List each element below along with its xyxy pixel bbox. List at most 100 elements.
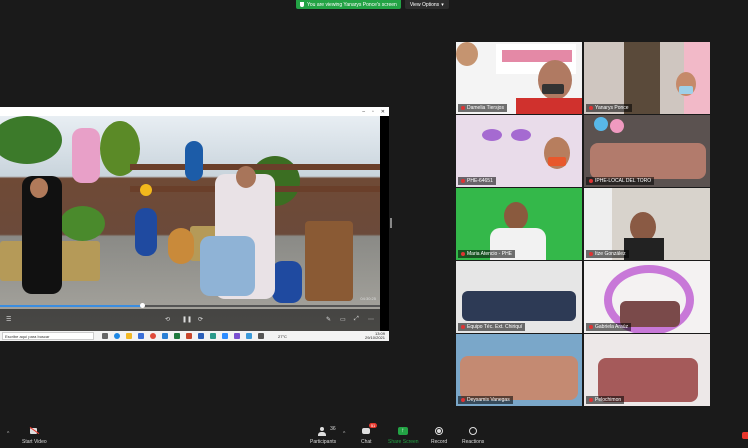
participant-tile[interactable]: Yanarys Ponce	[584, 42, 710, 114]
fullscreen-icon[interactable]: ⤢	[354, 316, 359, 323]
audience-group	[590, 143, 706, 179]
participants-button[interactable]: 36 Participants	[310, 426, 336, 445]
loop-icon[interactable]: ⟲	[165, 316, 170, 323]
mic-muted-icon	[589, 252, 593, 256]
chair	[305, 221, 353, 301]
word-icon[interactable]	[198, 333, 204, 339]
participant-face	[456, 42, 478, 66]
participant-tile[interactable]: Damelia Tiersjos	[456, 42, 582, 114]
tray-date: 29/10/2021	[364, 335, 385, 340]
view-options-button[interactable]: View Options ▾	[404, 0, 449, 9]
window-controls: – ▫ ✕	[362, 109, 385, 115]
mic-muted-icon	[589, 179, 593, 183]
weather-temp: 27°C	[278, 334, 287, 339]
task-view-icon[interactable]	[102, 333, 108, 339]
participants-icon: 36	[318, 426, 336, 436]
more-icon[interactable]: ⋯	[368, 316, 374, 323]
mic-muted-icon	[589, 398, 593, 402]
participant-tile[interactable]: Deysamis Vanegas	[456, 334, 582, 406]
chat-unread-badge: 51	[368, 423, 378, 428]
edge-icon[interactable]	[114, 333, 120, 339]
participant-name-tag: Yanarys Ponce	[586, 104, 632, 112]
participant-tile[interactable]: IPHE-LOCAL DEL TORO	[584, 115, 710, 187]
edit-icon[interactable]: ✎	[326, 316, 331, 323]
meeting-toolbar: ^ Start Video 36 Participants ^ 51 Chat …	[0, 423, 748, 448]
scarecrow-decoration	[72, 128, 100, 183]
participant-name-tag: IPHE-LOCAL DEL TORO	[586, 177, 655, 185]
playlist-icon[interactable]: ☰	[6, 316, 11, 323]
painted-eye	[482, 129, 502, 141]
file-explorer-icon[interactable]	[126, 333, 132, 339]
balloon-decoration	[594, 117, 608, 131]
participant-face	[504, 202, 528, 230]
excel-icon[interactable]	[174, 333, 180, 339]
mic-muted-icon	[589, 106, 593, 110]
participant-name-tag: Deysamis Vanegas	[458, 396, 513, 404]
taskbar-search-input[interactable]: Escribe aquí para buscar	[2, 332, 94, 340]
audience-group	[460, 356, 578, 400]
share-screen-button[interactable]: ↑ Share Screen	[388, 426, 419, 445]
app-icon[interactable]	[210, 333, 216, 339]
participant-tile[interactable]: Itze González	[584, 188, 710, 260]
participant-name-tag: Damelia Tiersjos	[458, 104, 507, 112]
balloon-decoration	[610, 119, 624, 133]
participant-tile[interactable]: PHE-64651	[456, 115, 582, 187]
logo-text-bar	[502, 50, 572, 62]
video-off-icon	[29, 426, 40, 436]
powerpoint-icon[interactable]	[186, 333, 192, 339]
app-icon[interactable]	[258, 333, 264, 339]
fence-rail	[130, 164, 380, 170]
participant-tile[interactable]: Equipo Téc. Ext. Chiriquí	[456, 261, 582, 333]
scarecrow-decoration	[185, 141, 203, 181]
shared-screen[interactable]: – ▫ ✕ 04:30:25 ☰ ⟲ ❚❚ ⟳ ✎ ▭ ⤢ ⋯ Escribe …	[0, 107, 389, 341]
share-screen-icon: ↑	[398, 426, 409, 436]
milk-can-decoration	[135, 208, 157, 256]
mail-icon[interactable]	[162, 333, 168, 339]
presenter-right-jeans	[200, 236, 255, 296]
audience-group	[462, 291, 576, 321]
system-tray-clock[interactable]: 13:09 29/10/2021	[365, 332, 385, 340]
taskbar-search-text: Escribe aquí para buscar	[5, 333, 50, 339]
video-progress-knob[interactable]	[140, 303, 145, 308]
chrome-icon[interactable]	[150, 333, 156, 339]
start-video-button[interactable]: Start Video	[22, 426, 47, 445]
painted-eye	[511, 129, 531, 141]
participant-tile[interactable]: Maria Atencio - PHE	[456, 188, 582, 260]
face-mask	[679, 86, 693, 94]
share-splitter-handle[interactable]	[390, 218, 392, 228]
leave-button[interactable]	[742, 432, 748, 439]
video-frame[interactable]: 04:30:25 ☰ ⟲ ❚❚ ⟳ ✎ ▭ ⤢ ⋯	[0, 116, 380, 331]
participants-chevron-up-icon[interactable]: ^	[343, 431, 345, 437]
maximize-icon[interactable]: ▫	[372, 109, 374, 115]
viewing-screen-pill: You are viewing Yanarys Ponce's screen	[296, 0, 401, 9]
participant-shirt	[624, 238, 664, 260]
record-icon	[434, 426, 444, 436]
minimize-icon[interactable]: –	[362, 109, 365, 115]
mic-muted-icon	[461, 325, 465, 329]
screen-share-banner: You are viewing Yanarys Ponce's screen V…	[296, 0, 449, 9]
chat-button[interactable]: 51 Chat	[361, 423, 378, 445]
participant-tile[interactable]: Pelochimon	[584, 334, 710, 406]
mic-muted-icon	[461, 252, 465, 256]
chevron-up-icon[interactable]: ^	[7, 431, 9, 437]
mic-muted-icon	[461, 179, 465, 183]
pause-icon[interactable]: ❚❚	[182, 316, 192, 323]
video-progress-fill	[0, 305, 142, 307]
sunflower-decoration	[140, 184, 152, 196]
mic-muted-icon	[461, 398, 465, 402]
zoom-icon[interactable]	[222, 333, 228, 339]
photos-icon[interactable]	[246, 333, 252, 339]
presenter-right-face	[236, 166, 256, 188]
face-mask	[542, 84, 564, 94]
forward-icon[interactable]: ⟳	[198, 316, 203, 323]
cast-icon[interactable]: ▭	[340, 316, 346, 323]
record-button[interactable]: Record	[431, 426, 447, 445]
chevron-down-icon: ▾	[441, 1, 444, 8]
reactions-button[interactable]: Reactions	[462, 426, 484, 445]
participant-tile[interactable]: Gabriela Araúz	[584, 261, 710, 333]
app-icon[interactable]	[234, 333, 240, 339]
viewing-screen-text: You are viewing Yanarys Ponce's screen	[307, 1, 397, 8]
close-icon[interactable]: ✕	[381, 109, 385, 115]
store-icon[interactable]	[138, 333, 144, 339]
mic-muted-icon	[461, 106, 465, 110]
